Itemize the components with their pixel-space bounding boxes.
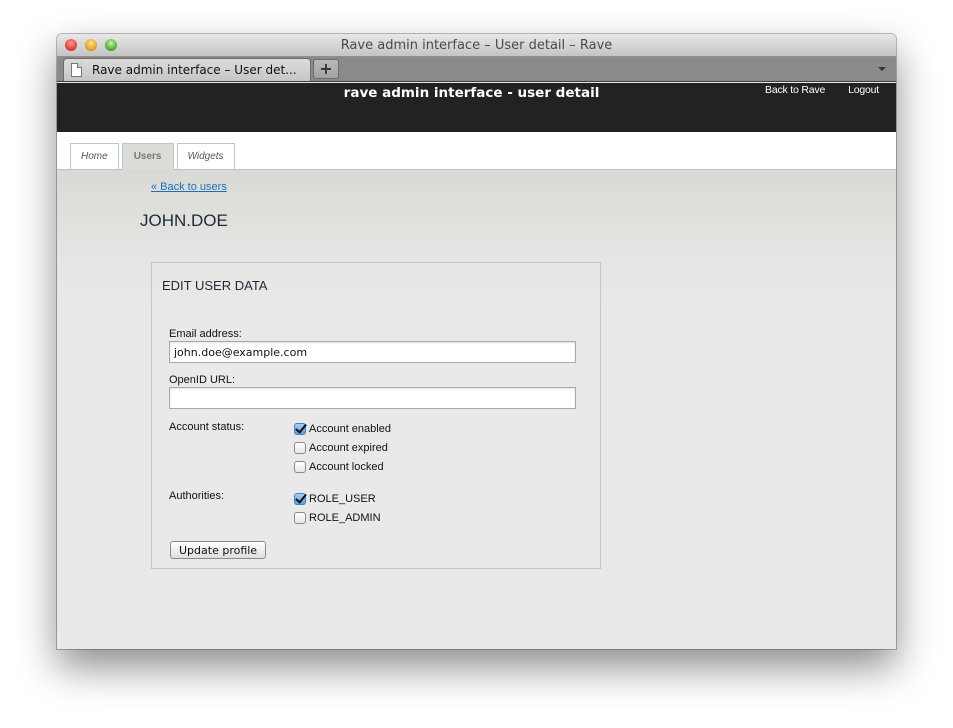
account-expired-label: Account expired	[309, 442, 388, 454]
page-title: JOHN.DOE	[140, 211, 228, 230]
back-to-users-link[interactable]: « Back to users	[151, 181, 227, 193]
new-tab-button[interactable]: +	[313, 59, 339, 79]
account-enabled-label: Account enabled	[309, 423, 391, 435]
site-header: rave admin interface - user detail Back …	[57, 83, 896, 132]
role-admin-option[interactable]: ROLE_ADMIN	[294, 512, 381, 524]
role-admin-label: ROLE_ADMIN	[309, 512, 381, 524]
browser-tab[interactable]: Rave admin interface – User det...	[63, 58, 311, 81]
nav-tabs: Home Users Widgets	[70, 143, 235, 170]
main-content: « Back to users JOHN.DOE EDIT USER DATA …	[57, 170, 896, 649]
browser-tab-label: Rave admin interface – User det...	[92, 63, 297, 77]
back-to-rave-link[interactable]: Back to Rave	[765, 84, 825, 96]
account-status-label: Account status:	[169, 421, 245, 433]
header-links: Back to Rave Logout	[765, 84, 879, 96]
update-profile-button[interactable]: Update profile	[170, 541, 267, 559]
edit-user-form: EDIT USER DATA Email address: john.doe@e…	[151, 262, 601, 569]
page-icon	[71, 63, 82, 77]
form-title: EDIT USER DATA	[162, 278, 268, 293]
nav-bar: Home Users Widgets	[57, 132, 896, 170]
tab-overflow-menu-icon[interactable]	[878, 67, 886, 71]
tab-home[interactable]: Home	[70, 143, 119, 170]
account-enabled-checkbox[interactable]	[294, 423, 306, 435]
email-label: Email address:	[169, 328, 242, 340]
account-locked-option[interactable]: Account locked	[294, 461, 384, 473]
account-expired-checkbox[interactable]	[294, 442, 306, 454]
account-expired-option[interactable]: Account expired	[294, 442, 388, 454]
account-locked-checkbox[interactable]	[294, 461, 306, 473]
tab-users[interactable]: Users	[121, 143, 174, 170]
role-user-option[interactable]: ROLE_USER	[294, 493, 376, 505]
account-locked-label: Account locked	[309, 461, 384, 473]
email-field[interactable]: john.doe@example.com	[169, 341, 576, 363]
role-user-label: ROLE_USER	[309, 493, 376, 505]
role-admin-checkbox[interactable]	[294, 512, 306, 524]
logout-link[interactable]: Logout	[848, 84, 879, 96]
title-bar[interactable]: Rave admin interface – User detail – Rav…	[57, 34, 896, 57]
openid-label: OpenID URL:	[169, 374, 236, 386]
tab-widgets[interactable]: Widgets	[176, 143, 235, 170]
role-user-checkbox[interactable]	[294, 493, 306, 505]
account-enabled-option[interactable]: Account enabled	[294, 423, 391, 435]
browser-window: Rave admin interface – User detail – Rav…	[57, 34, 896, 649]
browser-tab-strip: Rave admin interface – User det... +	[57, 57, 896, 82]
authorities-label: Authorities:	[169, 490, 225, 502]
openid-url-field[interactable]	[169, 387, 576, 409]
window-title: Rave admin interface – User detail – Rav…	[340, 38, 613, 53]
